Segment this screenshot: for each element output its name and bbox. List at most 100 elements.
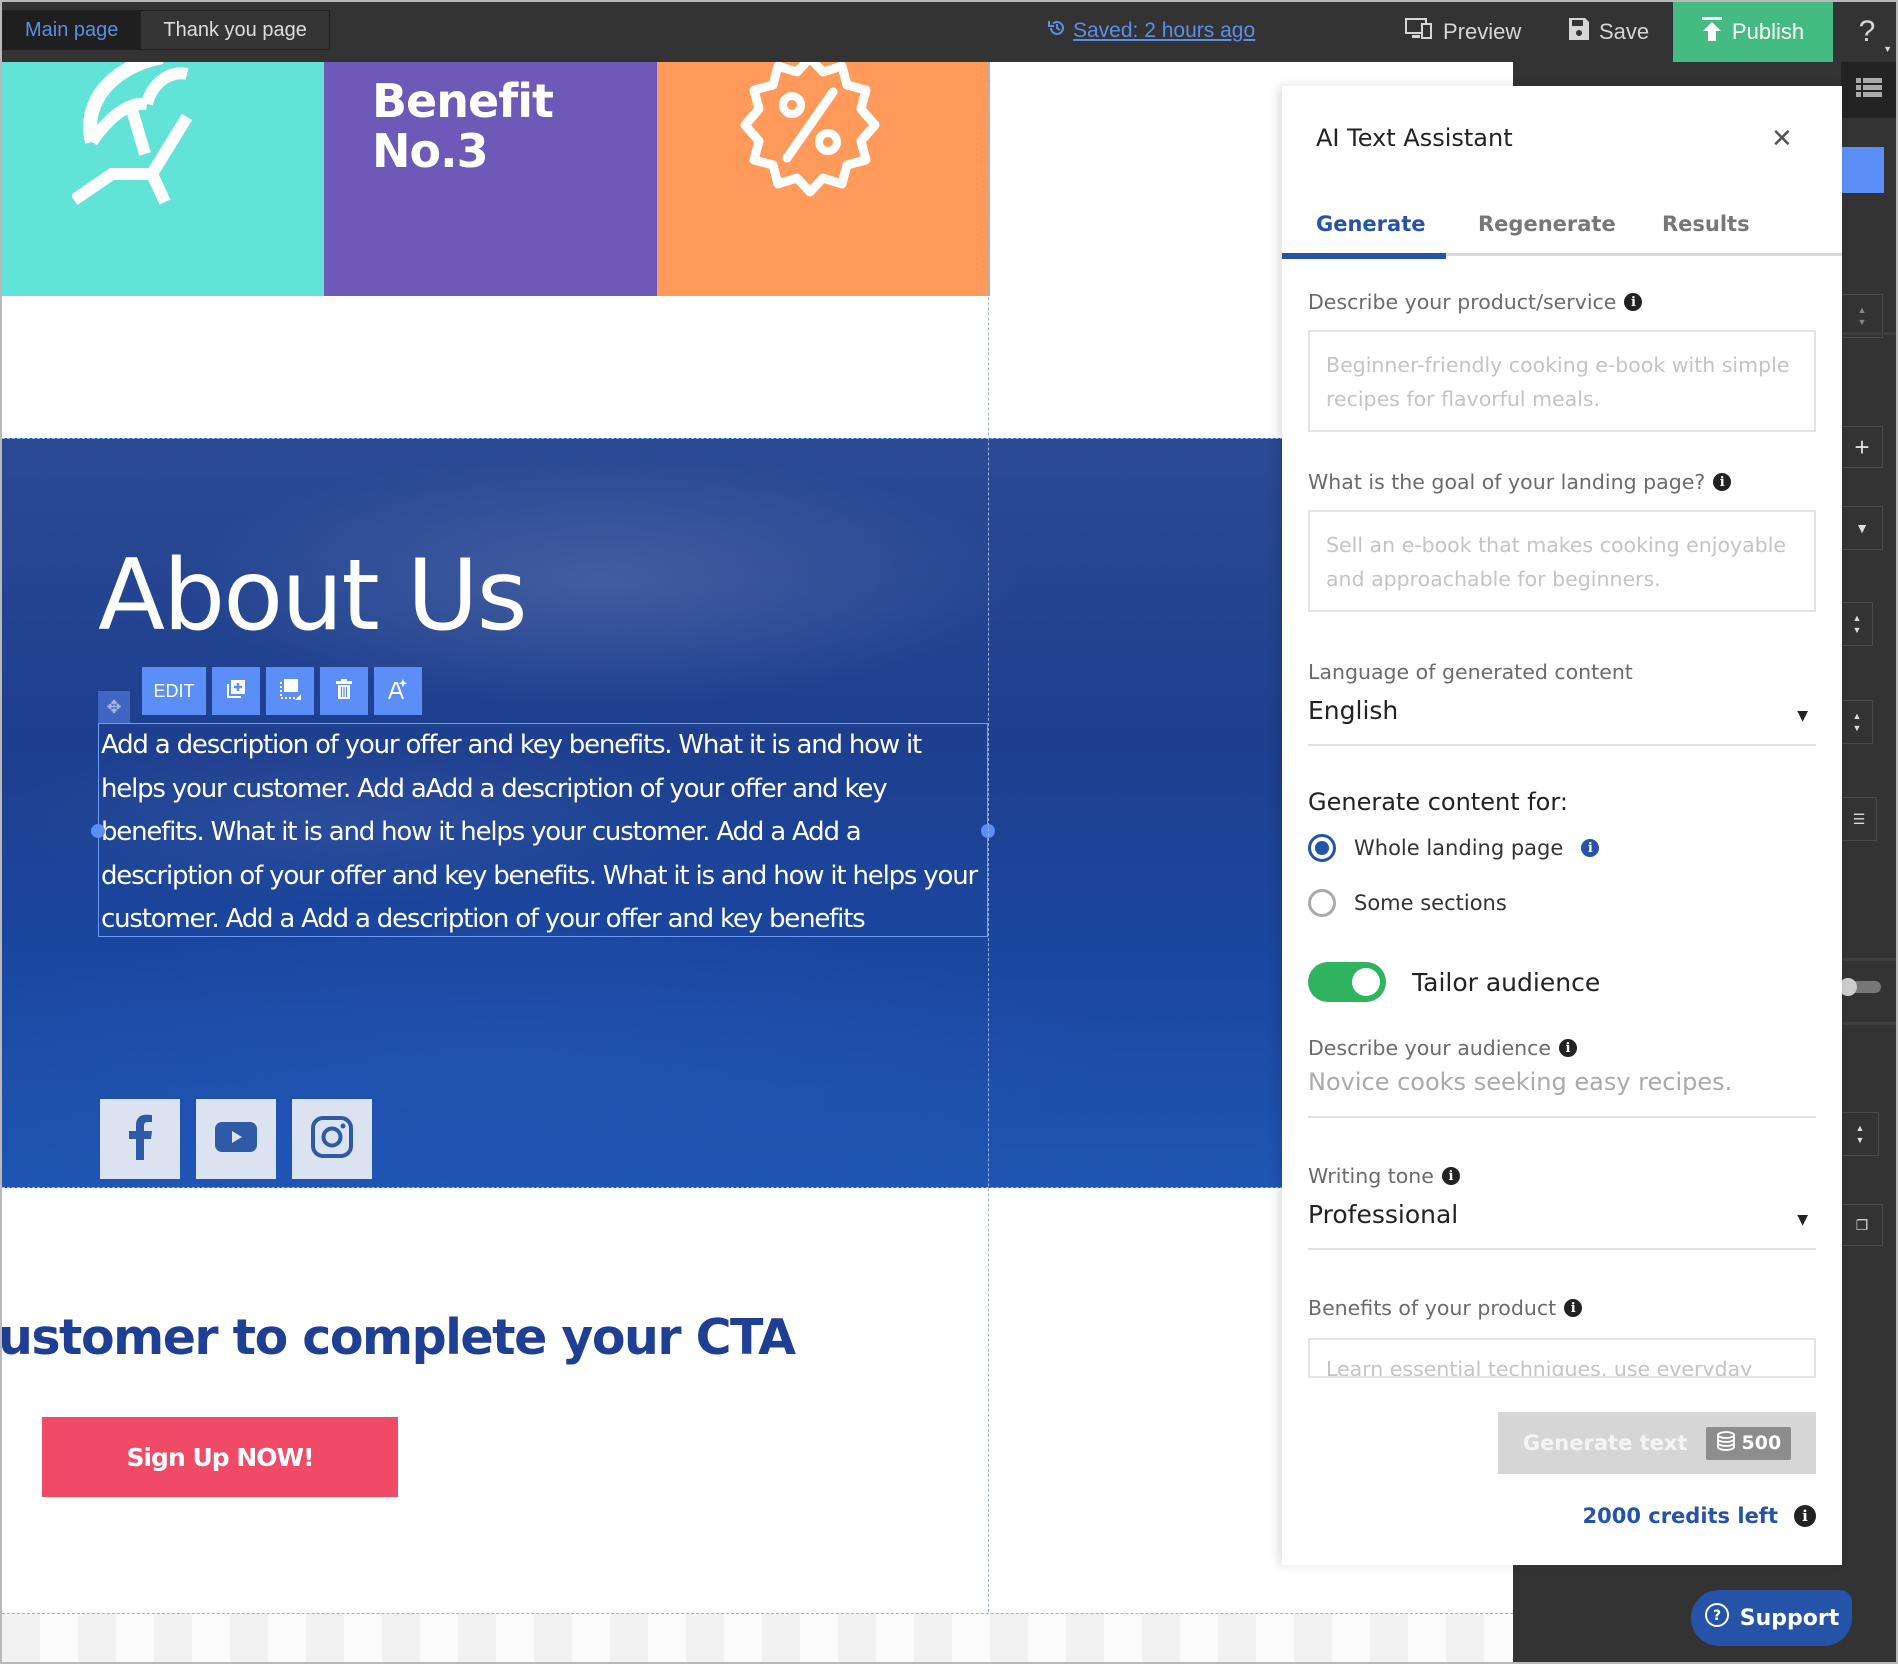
- active-tab-indicator: [1282, 253, 1446, 259]
- benefit-title: Benefit No.3: [372, 74, 554, 178]
- support-button[interactable]: ? Support: [1691, 1590, 1852, 1646]
- radio-whole-landing-page[interactable]: Whole landing page i: [1308, 834, 1600, 862]
- benefit-tile-3[interactable]: [657, 62, 990, 296]
- tab-main-page[interactable]: Main page: [3, 11, 141, 49]
- info-icon[interactable]: i: [1558, 1039, 1577, 1057]
- transparent-area: [2, 1613, 1513, 1662]
- copy-icon: ❐: [1855, 1216, 1869, 1233]
- info-icon[interactable]: i: [1564, 1299, 1583, 1317]
- edit-button[interactable]: EDIT: [142, 667, 206, 715]
- stepper-4[interactable]: ▲ ▼: [1841, 1112, 1879, 1156]
- stepper-3[interactable]: ▲ ▼: [1841, 700, 1873, 744]
- facebook-link[interactable]: [100, 1099, 180, 1179]
- benefits-label-text: Benefits of your product: [1308, 1296, 1557, 1320]
- cost-value: 500: [1741, 1432, 1782, 1454]
- plus-icon: +: [1854, 431, 1870, 462]
- floppy-disk-icon: [1569, 18, 1589, 46]
- language-value: English: [1308, 696, 1399, 725]
- product-description-input[interactable]: Beginner-friendly cooking e-book with si…: [1308, 330, 1816, 432]
- cta-heading[interactable]: ustomer to complete your CTA: [2, 1309, 796, 1366]
- save-label: Save: [1599, 19, 1650, 44]
- page-tabs: Main page Thank you page: [2, 10, 330, 50]
- move-handle-icon[interactable]: ✥: [98, 691, 130, 723]
- info-icon[interactable]: i: [1581, 839, 1600, 857]
- close-icon[interactable]: ✕: [1771, 124, 1793, 154]
- trash-icon: [336, 678, 352, 704]
- stepper-2[interactable]: ▲ ▼: [1841, 602, 1873, 646]
- benefit-title-line-2: No.3: [372, 124, 489, 178]
- social-icons: [100, 1099, 372, 1179]
- radio-some-sections[interactable]: Some sections: [1308, 889, 1507, 917]
- preview-button[interactable]: Preview: [1405, 2, 1521, 62]
- dropdown-toggle[interactable]: ▼: [1841, 506, 1883, 550]
- landing-goal-input[interactable]: Sell an e-book that makes cooking enjoya…: [1308, 510, 1816, 612]
- svg-text:?: ?: [1713, 1608, 1721, 1624]
- caret-down-icon: ▼: [1797, 708, 1808, 724]
- instagram-link[interactable]: [292, 1099, 372, 1179]
- audience-input[interactable]: Novice cooks seeking easy recipes.: [1308, 1068, 1816, 1118]
- language-select[interactable]: English ▼: [1308, 696, 1816, 746]
- stepper-arrows-icon: ▲ ▼: [1855, 1123, 1865, 1145]
- sidebar-toggle[interactable]: [1839, 978, 1883, 996]
- top-bar: Main page Thank you page Saved: 2 hours …: [2, 2, 1896, 62]
- generate-text-button[interactable]: Generate text 500: [1498, 1412, 1816, 1474]
- layers-button[interactable]: [1841, 62, 1896, 118]
- copy-style-button[interactable]: ❐: [1841, 1204, 1883, 1246]
- sidebar-divider: [1841, 1022, 1896, 1025]
- sign-up-button[interactable]: Sign Up NOW!: [42, 1417, 398, 1497]
- tab-thank-you-page[interactable]: Thank you page: [140, 11, 329, 49]
- writing-tone-select[interactable]: Professional ▼: [1308, 1200, 1816, 1250]
- history-icon: [1047, 18, 1067, 44]
- beach-chair-icon: [70, 62, 232, 217]
- sidebar-divider: [1841, 958, 1896, 961]
- tone-label: Writing tone i: [1308, 1164, 1460, 1188]
- column-guide: [988, 62, 989, 1662]
- description-text[interactable]: Add a description of your offer and key …: [99, 724, 987, 942]
- ai-text-icon: [387, 678, 409, 705]
- sidebar-active-indicator: [1841, 147, 1884, 193]
- duplicate-icon: [226, 679, 246, 704]
- facebook-icon: [127, 1114, 153, 1165]
- about-us-heading[interactable]: About Us: [98, 539, 528, 653]
- info-icon[interactable]: i: [1713, 473, 1732, 491]
- product-label-text: Describe your product/service: [1308, 290, 1617, 314]
- radio-label: Whole landing page: [1354, 836, 1564, 860]
- benefits-input[interactable]: Learn essential techniques, use everyday: [1308, 1338, 1816, 1378]
- align-justify-icon: ☰: [1852, 810, 1866, 827]
- goal-label-text: What is the goal of your landing page?: [1308, 470, 1706, 494]
- align-button[interactable]: ☰: [1841, 797, 1877, 841]
- benefit-tile-2[interactable]: Benefit No.3: [324, 62, 657, 296]
- layers-icon: [1855, 77, 1882, 103]
- save-button[interactable]: Save: [1569, 2, 1649, 62]
- toggle-switch[interactable]: [1308, 962, 1386, 1002]
- youtube-link[interactable]: [196, 1099, 276, 1179]
- support-label: Support: [1739, 1605, 1840, 1631]
- tab-regenerate[interactable]: Regenerate: [1478, 212, 1616, 236]
- publish-button[interactable]: Publish: [1673, 2, 1833, 62]
- radio-unchecked-icon: [1308, 889, 1336, 917]
- panel-title: AI Text Assistant: [1316, 124, 1513, 152]
- duplicate-button[interactable]: [212, 667, 260, 715]
- add-button[interactable]: +: [1841, 426, 1883, 468]
- info-icon[interactable]: i: [1794, 1505, 1816, 1527]
- info-icon[interactable]: i: [1441, 1167, 1460, 1185]
- generate-label: Generate text: [1522, 1431, 1688, 1455]
- saved-status-link[interactable]: Saved: 2 hours ago: [1047, 18, 1255, 44]
- benefit-title-line-1: Benefit: [372, 74, 554, 128]
- delete-button[interactable]: [320, 667, 368, 715]
- description-text-box[interactable]: Add a description of your offer and key …: [91, 723, 995, 937]
- tailor-audience-toggle[interactable]: Tailor audience: [1308, 962, 1600, 1002]
- tab-generate[interactable]: Generate: [1316, 212, 1425, 236]
- generate-for-heading: Generate content for:: [1308, 788, 1568, 816]
- benefits-label: Benefits of your product i: [1308, 1296, 1583, 1320]
- sidebar-divider: [1841, 332, 1896, 335]
- resize-handle-left[interactable]: [91, 824, 105, 838]
- background-settings-button[interactable]: [266, 667, 314, 715]
- element-edit-toolbar: EDIT: [142, 667, 422, 715]
- ai-text-button[interactable]: [374, 667, 422, 715]
- credits-left-text: 2000 credits left: [1582, 1504, 1778, 1528]
- benefit-tile-1[interactable]: [2, 62, 324, 296]
- info-icon[interactable]: i: [1624, 293, 1643, 311]
- tab-results[interactable]: Results: [1662, 212, 1750, 236]
- help-menu-button[interactable]: ? ▼: [1838, 2, 1896, 62]
